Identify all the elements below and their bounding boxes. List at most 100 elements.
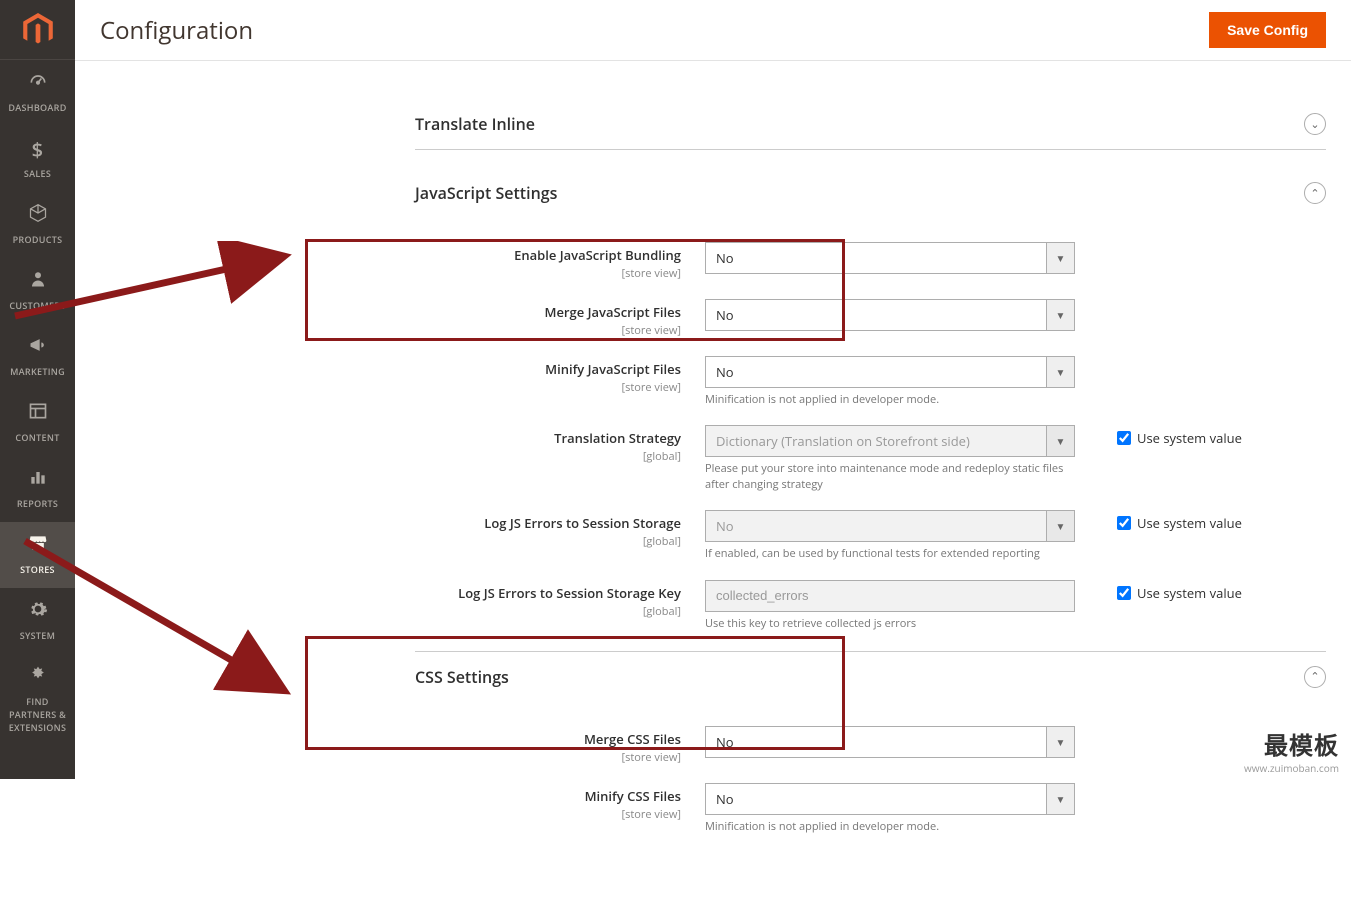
select-value: No (706, 243, 1046, 273)
section-title-css: CSS Settings (415, 666, 509, 688)
select-merge-css[interactable]: No ▼ (705, 726, 1075, 758)
nav-label: FIND PARTNERS & EXTENSIONS (9, 695, 67, 734)
nav-label: DASHBOARD (8, 101, 66, 114)
nav-label: PRODUCTS (13, 233, 63, 246)
megaphone-icon (2, 334, 73, 361)
field-merge-css: Merge CSS Files [store view] No ▼ (415, 720, 1326, 771)
dropdown-arrow-icon: ▼ (1046, 511, 1074, 541)
dropdown-arrow-icon: ▼ (1046, 357, 1074, 387)
select-value: No (706, 357, 1046, 387)
field-label: Merge CSS Files (584, 730, 681, 748)
field-label: Merge JavaScript Files (544, 303, 681, 321)
select-value: No (706, 511, 1046, 541)
field-scope: [store view] (415, 807, 681, 822)
chevron-down-icon: ⌄ (1304, 113, 1326, 135)
page-title: Configuration (100, 14, 253, 47)
select-value: No (706, 727, 1046, 757)
store-icon (2, 532, 73, 559)
box-icon (2, 202, 73, 229)
field-log-js-errors: Log JS Errors to Session Storage [global… (415, 504, 1326, 567)
dropdown-arrow-icon: ▼ (1046, 243, 1074, 273)
nav-partners[interactable]: FIND PARTNERS & EXTENSIONS (0, 654, 75, 746)
checkbox-label: Use system value (1137, 514, 1242, 532)
dollar-icon: $ (2, 136, 73, 163)
layout-icon (2, 400, 73, 427)
person-icon (2, 268, 73, 295)
field-label: Enable JavaScript Bundling (514, 246, 681, 264)
chevron-up-icon: ⌃ (1304, 182, 1326, 204)
field-scope: [global] (415, 449, 681, 464)
field-translation-strategy: Translation Strategy [global] Dictionary… (415, 419, 1326, 498)
dropdown-arrow-icon: ▼ (1046, 784, 1074, 814)
save-config-button[interactable]: Save Config (1209, 12, 1326, 48)
nav-label: REPORTS (17, 497, 58, 510)
nav-sales[interactable]: $ SALES (0, 126, 75, 192)
section-css-settings[interactable]: CSS Settings ⌃ (415, 651, 1326, 702)
nav-dashboard[interactable]: DASHBOARD (0, 60, 75, 126)
field-label: Minify CSS Files (585, 787, 681, 805)
chevron-up-icon: ⌃ (1304, 666, 1326, 688)
checkbox-use-system-translation[interactable] (1117, 431, 1131, 445)
select-value: No (706, 784, 1046, 814)
select-value: No (706, 300, 1046, 330)
nav-label: MARKETING (10, 365, 65, 378)
field-merge-js: Merge JavaScript Files [store view] No ▼ (415, 293, 1326, 344)
checkbox-use-system-log-key[interactable] (1117, 586, 1131, 600)
select-minify-css[interactable]: No ▼ (705, 783, 1075, 815)
field-label: Log JS Errors to Session Storage (484, 514, 681, 532)
section-translate-inline[interactable]: Translate Inline ⌄ (415, 99, 1326, 150)
field-note: Use this key to retrieve collected js er… (705, 616, 1075, 631)
field-scope: [store view] (415, 323, 681, 338)
field-minify-css: Minify CSS Files [store view] No ▼ Minif… (415, 777, 1326, 840)
magento-logo-icon (23, 13, 53, 47)
dropdown-arrow-icon: ▼ (1046, 727, 1074, 757)
section-title-translate-inline: Translate Inline (415, 113, 535, 135)
field-enable-js-bundling: Enable JavaScript Bundling [store view] … (415, 236, 1326, 287)
nav-customers[interactable]: CUSTOMERS (0, 258, 75, 324)
section-title-js: JavaScript Settings (415, 182, 557, 204)
field-label: Translation Strategy (554, 429, 681, 447)
nav-marketing[interactable]: MARKETING (0, 324, 75, 390)
checkbox-label: Use system value (1137, 584, 1242, 602)
field-scope: [global] (415, 604, 681, 619)
section-javascript-settings[interactable]: JavaScript Settings ⌃ (415, 168, 1326, 218)
nav-stores[interactable]: STORES (0, 522, 75, 588)
nav-label: SALES (24, 167, 51, 180)
select-merge-js[interactable]: No ▼ (705, 299, 1075, 331)
bar-chart-icon (2, 466, 73, 493)
dashboard-icon (2, 70, 73, 97)
nav-reports[interactable]: REPORTS (0, 456, 75, 522)
dropdown-arrow-icon: ▼ (1046, 300, 1074, 330)
field-scope: [store view] (415, 380, 681, 395)
field-label: Log JS Errors to Session Storage Key (458, 584, 681, 602)
dropdown-arrow-icon: ▼ (1046, 426, 1074, 456)
watermark-text: 最模板 (1264, 726, 1339, 761)
field-scope: [global] (415, 534, 681, 549)
page-header: Configuration Save Config (75, 0, 1351, 61)
select-log-js-errors: No ▼ (705, 510, 1075, 542)
nav-label: CUSTOMERS (9, 299, 65, 312)
select-enable-js-bundling[interactable]: No ▼ (705, 242, 1075, 274)
watermark-url: www.zuimoban.com (1244, 761, 1339, 775)
field-note: If enabled, can be used by functional te… (705, 546, 1075, 561)
gear-icon (2, 598, 73, 625)
field-minify-js: Minify JavaScript Files [store view] No … (415, 350, 1326, 413)
field-note: Minification is not applied in developer… (705, 392, 1075, 407)
field-log-js-errors-key: Log JS Errors to Session Storage Key [gl… (415, 574, 1326, 637)
nav-products[interactable]: PRODUCTS (0, 192, 75, 258)
select-translation-strategy: Dictionary (Translation on Storefront si… (705, 425, 1075, 457)
magento-logo[interactable] (0, 0, 75, 60)
admin-sidebar: DASHBOARD $ SALES PRODUCTS CUSTOMERS MAR… (0, 0, 75, 779)
nav-label: CONTENT (15, 431, 59, 444)
nav-system[interactable]: SYSTEM (0, 588, 75, 654)
nav-content[interactable]: CONTENT (0, 390, 75, 456)
puzzle-icon (2, 664, 73, 691)
checkbox-label: Use system value (1137, 429, 1242, 447)
select-minify-js[interactable]: No ▼ (705, 356, 1075, 388)
field-note: Please put your store into maintenance m… (705, 461, 1075, 492)
field-scope: [store view] (415, 750, 681, 765)
select-value: Dictionary (Translation on Storefront si… (706, 426, 1046, 456)
field-note: Minification is not applied in developer… (705, 819, 1075, 834)
checkbox-use-system-log-errors[interactable] (1117, 516, 1131, 530)
input-log-js-errors-key (705, 580, 1075, 612)
